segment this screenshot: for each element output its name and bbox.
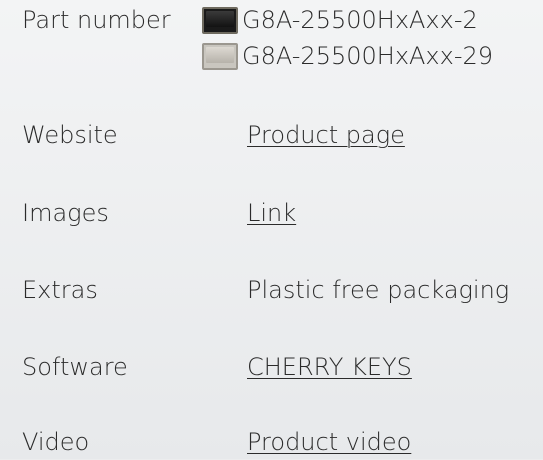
black-keycap-swatch-icon xyxy=(202,6,238,34)
product-video-link[interactable]: Product video xyxy=(247,424,411,460)
website-row: Website Product page xyxy=(22,117,543,153)
grey-keycap-swatch-icon xyxy=(202,42,238,70)
part-number-row: Part number G8A-25500HxAxx-2 G8A-25500Hx… xyxy=(22,2,543,74)
extras-value: Plastic free packaging xyxy=(247,276,510,304)
part-number-item: G8A-25500HxAxx-29 xyxy=(202,38,493,74)
video-label: Video xyxy=(22,428,90,456)
images-link[interactable]: Link xyxy=(247,195,296,231)
video-row: Video Product video xyxy=(22,424,543,460)
software-label: Software xyxy=(22,353,128,381)
extras-label: Extras xyxy=(22,276,98,304)
part-number-list: G8A-25500HxAxx-2 G8A-25500HxAxx-29 xyxy=(202,2,493,74)
product-page-link[interactable]: Product page xyxy=(247,117,405,153)
cherry-keys-link[interactable]: CHERRY KEYS xyxy=(247,349,412,385)
part-number-item: G8A-25500HxAxx-2 xyxy=(202,2,493,38)
images-row: Images Link xyxy=(22,195,543,231)
website-label: Website xyxy=(22,121,118,149)
extras-row: Extras Plastic free packaging xyxy=(22,272,543,308)
images-label: Images xyxy=(22,199,109,227)
part-number-label: Part number xyxy=(22,6,171,34)
part-number-code: G8A-25500HxAxx-29 xyxy=(242,42,494,70)
product-details-panel: Part number G8A-25500HxAxx-2 G8A-25500Hx… xyxy=(0,0,543,459)
software-row: Software CHERRY KEYS xyxy=(22,349,543,385)
part-number-code: G8A-25500HxAxx-2 xyxy=(242,6,478,34)
